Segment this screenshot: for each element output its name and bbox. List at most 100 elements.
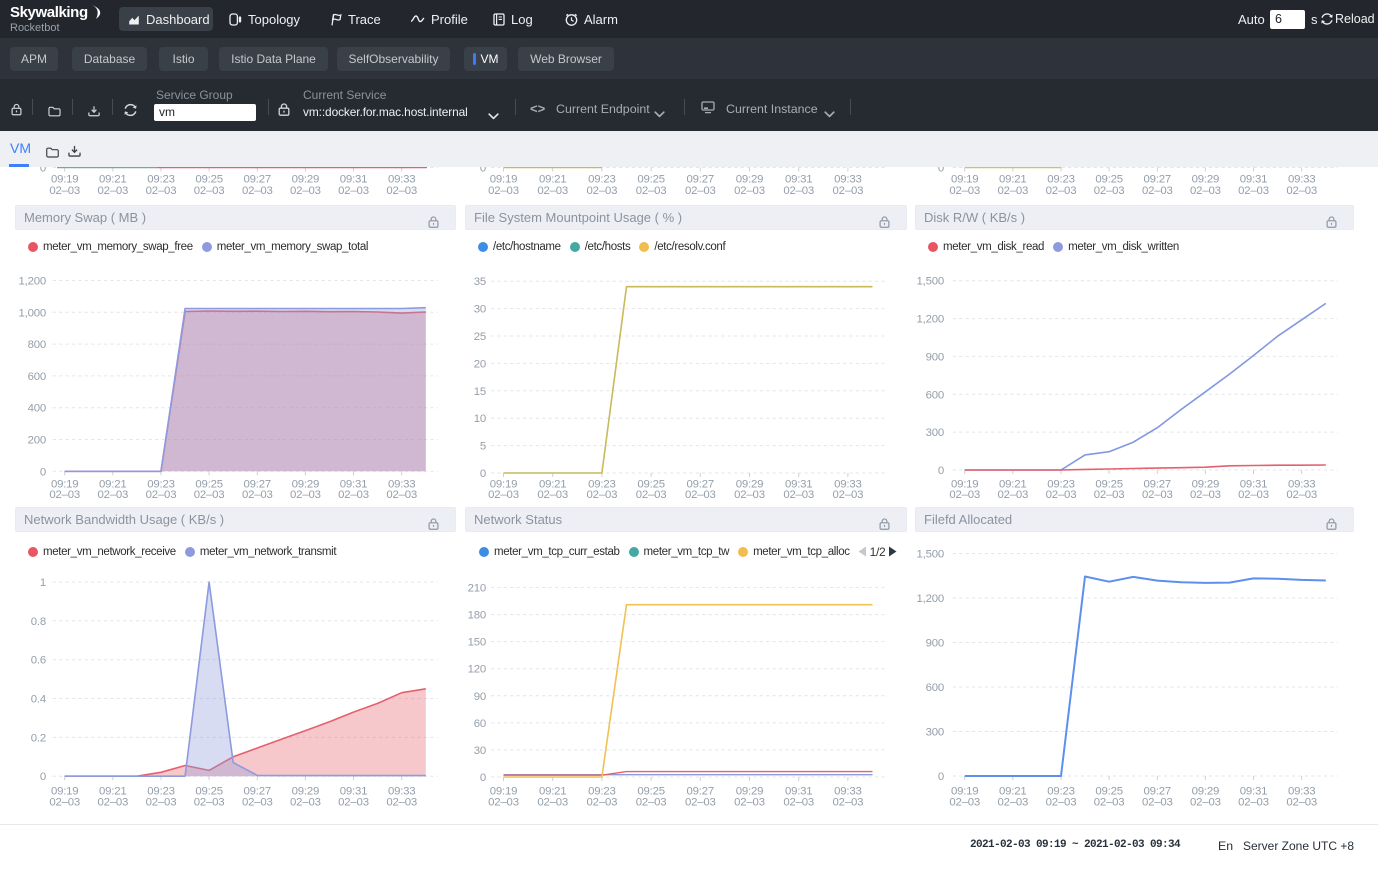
svg-text:0: 0 bbox=[938, 771, 944, 783]
svg-text:02–03: 02–03 bbox=[1190, 797, 1221, 809]
svg-text:09:31: 09:31 bbox=[785, 174, 813, 186]
svg-text:02–03: 02–03 bbox=[783, 489, 814, 501]
svg-text:120: 120 bbox=[468, 664, 486, 676]
svg-text:02–03: 02–03 bbox=[488, 185, 519, 197]
svg-text:0.8: 0.8 bbox=[31, 616, 46, 628]
svg-text:02–03: 02–03 bbox=[783, 185, 814, 197]
svg-text:02–03: 02–03 bbox=[1046, 489, 1077, 501]
svg-text:02–03: 02–03 bbox=[1142, 185, 1173, 197]
svg-text:02–03: 02–03 bbox=[734, 185, 765, 197]
svg-text:09:19: 09:19 bbox=[951, 174, 979, 186]
svg-text:09:25: 09:25 bbox=[1095, 174, 1123, 186]
svg-text:02–03: 02–03 bbox=[997, 185, 1028, 197]
svg-text:0: 0 bbox=[480, 772, 486, 784]
svg-text:02–03: 02–03 bbox=[1190, 489, 1221, 501]
svg-text:02–03: 02–03 bbox=[685, 797, 716, 809]
svg-text:09:25: 09:25 bbox=[195, 174, 223, 186]
svg-text:02–03: 02–03 bbox=[242, 489, 273, 501]
svg-text:09:23: 09:23 bbox=[1047, 174, 1075, 186]
svg-text:02–03: 02–03 bbox=[949, 185, 980, 197]
svg-text:02–03: 02–03 bbox=[685, 185, 716, 197]
svg-text:02–03: 02–03 bbox=[338, 185, 369, 197]
svg-text:02–03: 02–03 bbox=[636, 797, 667, 809]
svg-text:02–03: 02–03 bbox=[49, 489, 80, 501]
svg-text:02–03: 02–03 bbox=[537, 489, 568, 501]
svg-text:02–03: 02–03 bbox=[1094, 797, 1125, 809]
svg-text:0.2: 0.2 bbox=[31, 732, 46, 744]
svg-text:02–03: 02–03 bbox=[1190, 185, 1221, 197]
svg-text:02–03: 02–03 bbox=[997, 797, 1028, 809]
svg-text:09:21: 09:21 bbox=[999, 174, 1027, 186]
svg-text:1,500: 1,500 bbox=[916, 549, 944, 561]
svg-text:35: 35 bbox=[474, 276, 486, 288]
svg-text:02–03: 02–03 bbox=[587, 185, 618, 197]
svg-text:02–03: 02–03 bbox=[386, 185, 417, 197]
svg-text:09:27: 09:27 bbox=[244, 174, 272, 186]
svg-text:5: 5 bbox=[480, 441, 486, 453]
svg-text:600: 600 bbox=[926, 682, 944, 694]
svg-text:800: 800 bbox=[28, 339, 46, 351]
svg-text:09:31: 09:31 bbox=[1240, 174, 1268, 186]
svg-text:02–03: 02–03 bbox=[1046, 797, 1077, 809]
svg-text:1: 1 bbox=[40, 577, 46, 589]
svg-text:150: 150 bbox=[468, 637, 486, 649]
svg-text:60: 60 bbox=[474, 718, 486, 730]
svg-text:09:19: 09:19 bbox=[490, 174, 518, 186]
svg-text:02–03: 02–03 bbox=[1238, 185, 1269, 197]
svg-text:09:27: 09:27 bbox=[687, 174, 715, 186]
svg-text:300: 300 bbox=[926, 727, 944, 739]
svg-text:09:33: 09:33 bbox=[1288, 174, 1316, 186]
svg-text:02–03: 02–03 bbox=[833, 797, 864, 809]
svg-text:02–03: 02–03 bbox=[97, 185, 128, 197]
svg-text:0: 0 bbox=[40, 771, 46, 783]
svg-text:09:29: 09:29 bbox=[292, 174, 320, 186]
svg-text:600: 600 bbox=[926, 389, 944, 401]
svg-text:09:29: 09:29 bbox=[736, 174, 764, 186]
svg-text:02–03: 02–03 bbox=[290, 185, 321, 197]
svg-text:02–03: 02–03 bbox=[338, 797, 369, 809]
svg-text:02–03: 02–03 bbox=[636, 185, 667, 197]
svg-text:02–03: 02–03 bbox=[783, 797, 814, 809]
svg-text:09:25: 09:25 bbox=[637, 174, 665, 186]
svg-text:1,200: 1,200 bbox=[18, 276, 46, 288]
svg-text:02–03: 02–03 bbox=[949, 489, 980, 501]
svg-text:02–03: 02–03 bbox=[1094, 185, 1125, 197]
svg-text:900: 900 bbox=[926, 351, 944, 363]
svg-text:02–03: 02–03 bbox=[685, 489, 716, 501]
svg-text:02–03: 02–03 bbox=[537, 185, 568, 197]
svg-text:02–03: 02–03 bbox=[1286, 797, 1317, 809]
svg-text:1,200: 1,200 bbox=[916, 314, 944, 326]
svg-text:02–03: 02–03 bbox=[146, 185, 177, 197]
svg-text:02–03: 02–03 bbox=[1046, 185, 1077, 197]
svg-text:180: 180 bbox=[468, 610, 486, 622]
svg-text:1,500: 1,500 bbox=[916, 276, 944, 288]
svg-text:02–03: 02–03 bbox=[194, 489, 225, 501]
svg-text:02–03: 02–03 bbox=[386, 797, 417, 809]
svg-text:02–03: 02–03 bbox=[833, 185, 864, 197]
svg-text:02–03: 02–03 bbox=[1094, 489, 1125, 501]
svg-text:02–03: 02–03 bbox=[587, 797, 618, 809]
svg-text:02–03: 02–03 bbox=[194, 797, 225, 809]
svg-text:09:31: 09:31 bbox=[340, 174, 368, 186]
svg-text:02–03: 02–03 bbox=[49, 185, 80, 197]
svg-text:02–03: 02–03 bbox=[146, 797, 177, 809]
svg-text:1,000: 1,000 bbox=[18, 307, 46, 319]
svg-text:400: 400 bbox=[28, 403, 46, 415]
svg-text:30: 30 bbox=[474, 304, 486, 316]
svg-text:10: 10 bbox=[474, 413, 486, 425]
svg-text:02–03: 02–03 bbox=[997, 489, 1028, 501]
svg-text:90: 90 bbox=[474, 691, 486, 703]
svg-text:30: 30 bbox=[474, 745, 486, 757]
svg-text:09:33: 09:33 bbox=[388, 174, 416, 186]
svg-text:02–03: 02–03 bbox=[146, 489, 177, 501]
svg-text:02–03: 02–03 bbox=[386, 489, 417, 501]
svg-text:200: 200 bbox=[28, 435, 46, 447]
svg-text:02–03: 02–03 bbox=[734, 797, 765, 809]
svg-text:09:23: 09:23 bbox=[588, 174, 616, 186]
svg-text:0: 0 bbox=[40, 466, 46, 478]
svg-text:09:27: 09:27 bbox=[1144, 174, 1172, 186]
svg-text:02–03: 02–03 bbox=[290, 797, 321, 809]
svg-text:02–03: 02–03 bbox=[636, 489, 667, 501]
svg-text:1,200: 1,200 bbox=[916, 593, 944, 605]
svg-text:02–03: 02–03 bbox=[97, 489, 128, 501]
